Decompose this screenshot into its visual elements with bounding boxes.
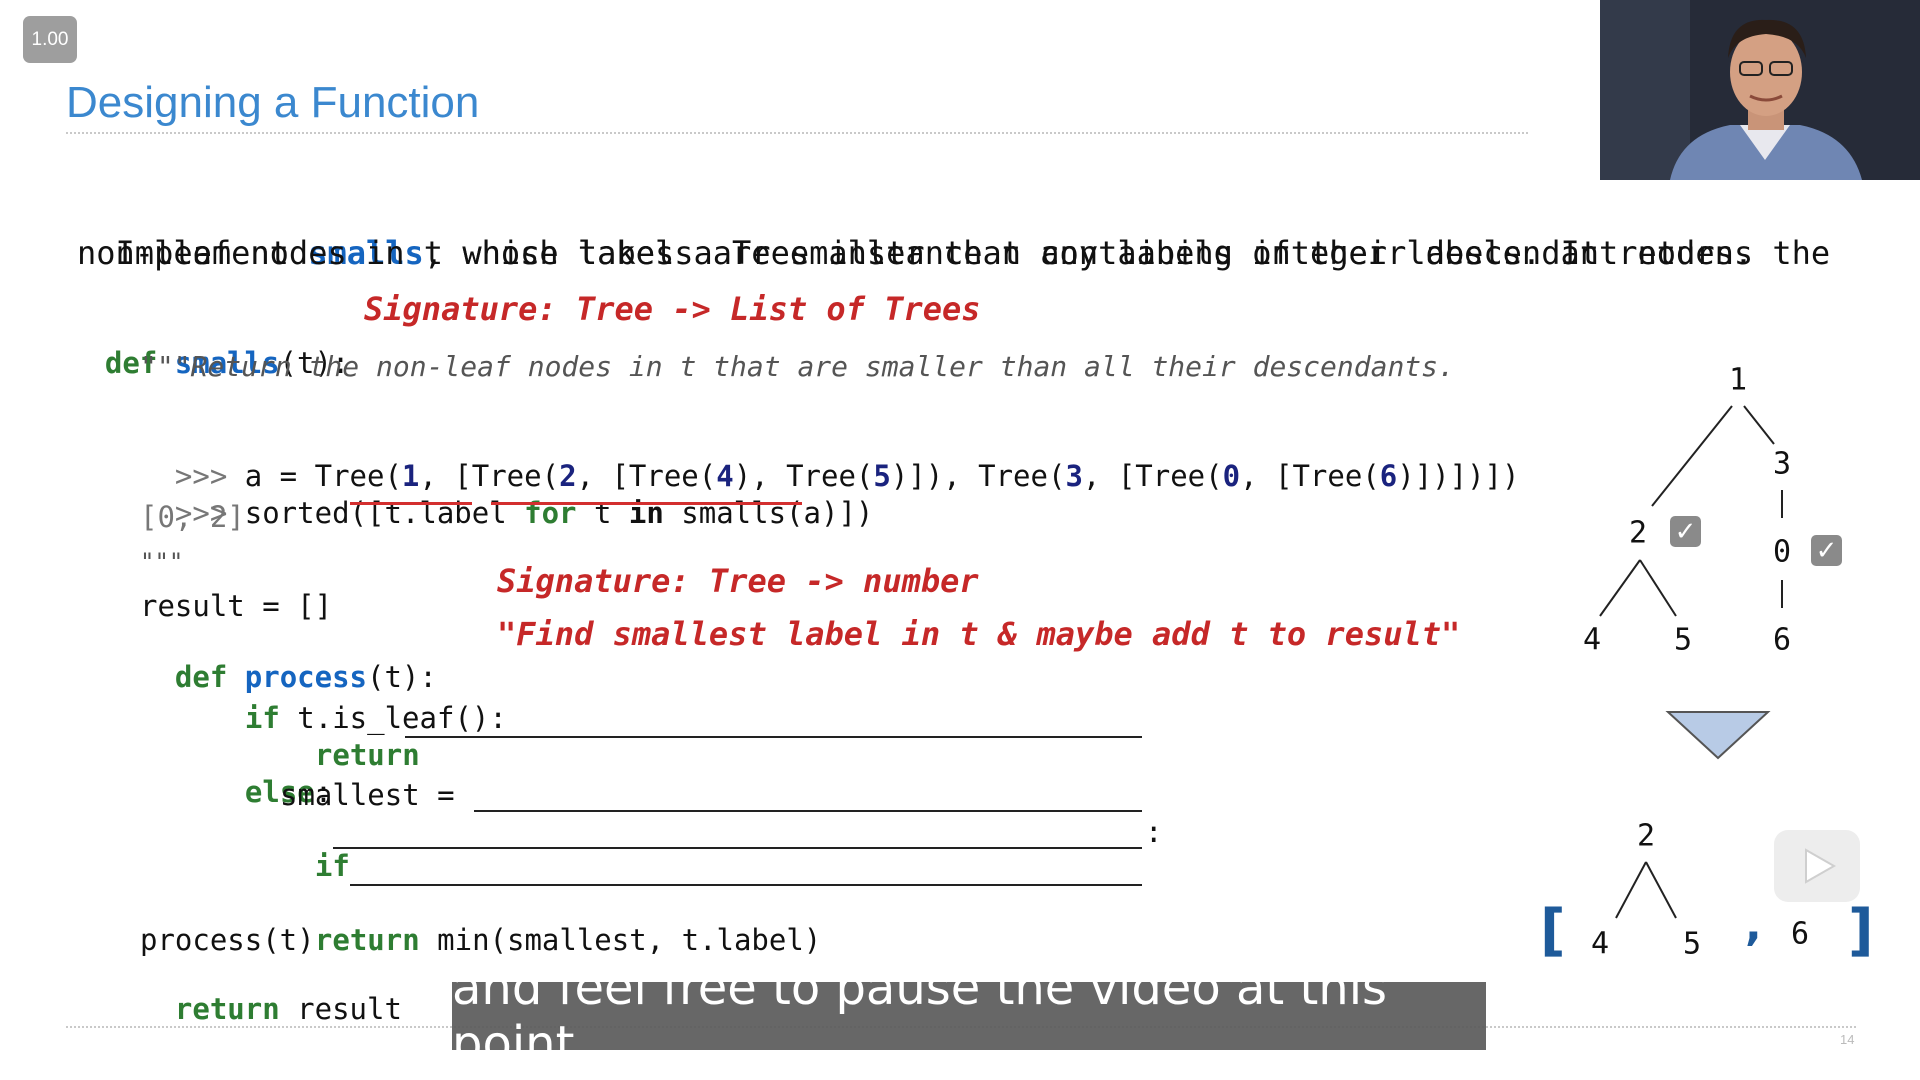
edge-1-3 — [1743, 405, 1775, 445]
slide-title: Designing a Function — [66, 78, 480, 127]
code-line-docstring: """Return the non-leaf nodes in t that a… — [140, 350, 1455, 383]
tree-node-6: 6 — [1772, 622, 1792, 658]
instructor-webcam — [1600, 0, 1920, 180]
code-line-doctest-2: >>> sorted([t.label for t in smalls(a)]) — [174, 496, 874, 530]
code-line-return-min: return min(smallest, t.label) — [314, 923, 822, 957]
code-line-docstring-end: """ — [140, 548, 184, 576]
result-node-4: 4 — [1590, 926, 1610, 962]
signature-annotation-process: Signature: Tree -> number — [497, 562, 979, 600]
tree-node-3: 3 — [1772, 446, 1792, 482]
list-bracket-open: [ — [1540, 898, 1566, 963]
fill-in-blank-1[interactable] — [405, 736, 1142, 738]
underline-for-clause — [491, 502, 802, 505]
tree-node-2: 2 — [1628, 515, 1648, 551]
checkbox-checked-icon: ✓ — [1811, 535, 1842, 566]
fill-in-blank-2[interactable] — [474, 810, 1142, 812]
signature-annotation-smalls: Signature: Tree -> List of Trees — [364, 290, 981, 328]
tree-node-5: 5 — [1673, 622, 1693, 658]
playback-speed-badge[interactable]: 1.00 — [23, 16, 77, 63]
code-line-doctest-output: [0, 2] — [140, 500, 245, 534]
list-bracket-close: ] — [1848, 898, 1874, 963]
code-line-call-process: process(t) — [140, 923, 315, 957]
code-line-if-blank: if — [314, 849, 350, 883]
fill-in-blank-4[interactable] — [350, 884, 1142, 886]
instructor-figure — [1600, 0, 1920, 180]
edge-1-2 — [1651, 405, 1733, 507]
edge-b-2-4 — [1615, 861, 1647, 919]
code-line-if-colon: : — [1145, 815, 1163, 849]
result-node-2: 2 — [1636, 818, 1656, 854]
tree-node-0: 0 — [1772, 534, 1792, 570]
purpose-annotation: "Find smallest label in t & maybe add t … — [497, 615, 1461, 653]
play-button[interactable] — [1774, 830, 1860, 902]
fill-in-blank-3[interactable] — [333, 847, 1142, 849]
code-line-result-init: result = [] — [140, 589, 333, 623]
problem-statement-line-2: non-leaf nodes in t whose labels are sma… — [77, 234, 1754, 272]
underline-t-label — [350, 502, 472, 505]
result-node-5: 5 — [1682, 926, 1702, 962]
title-divider — [66, 132, 1528, 134]
tree-node-4: 4 — [1582, 622, 1602, 658]
edge-2-4 — [1599, 559, 1641, 617]
code-line-return-result: return result — [174, 992, 402, 1026]
tree-node-1: 1 — [1728, 362, 1748, 398]
video-subtitle: and feel free to pause the video at this… — [452, 960, 1486, 1072]
transform-arrow-icon — [1665, 711, 1771, 760]
code-line-smallest: smallest = — [280, 778, 455, 812]
result-node-6: 6 — [1790, 916, 1810, 952]
edge-b-2-5 — [1645, 861, 1677, 919]
edge-2-5 — [1639, 559, 1677, 617]
checkbox-checked-icon: ✓ — [1670, 516, 1701, 547]
list-comma: , — [1745, 900, 1762, 951]
play-icon — [1805, 848, 1837, 884]
